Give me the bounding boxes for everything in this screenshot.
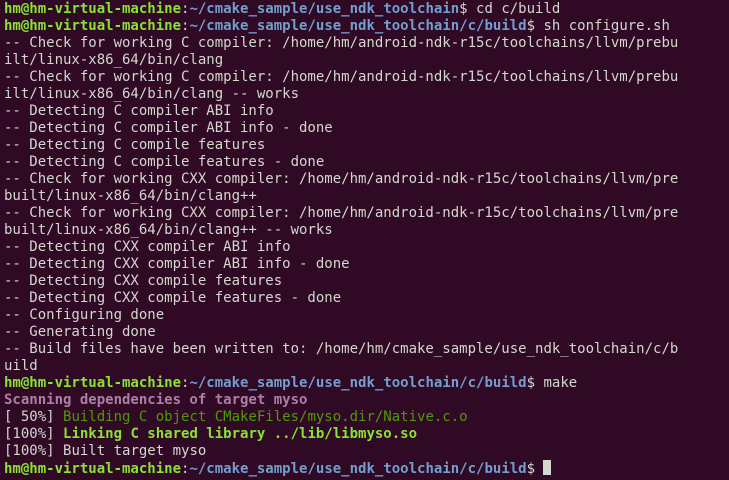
prompt-line: hm@hm-virtual-machine:~/cmake_sample/use… <box>4 18 729 35</box>
output-line: -- Generating done <box>4 324 156 340</box>
text-cursor[interactable] <box>543 460 552 475</box>
output-line: -- Detecting CXX compiler ABI info - don… <box>4 256 350 272</box>
output-line: -- Detecting CXX compile features <box>4 273 283 289</box>
output-line: -- Configuring done <box>4 307 165 323</box>
prompt-dollar: $ <box>526 18 544 34</box>
output-line: -- Detecting C compiler ABI info <box>4 103 274 119</box>
prompt-path: ~/cmake_sample/use_ndk_toolchain/c/build <box>189 18 527 34</box>
output-line: ilt/linux-x86_64/bin/clang <box>4 52 224 68</box>
output-line: -- Check for working CXX compiler: /home… <box>4 205 679 221</box>
prompt-user: hm@hm-virtual-machine <box>4 18 182 34</box>
progress-percent: [ 50%] <box>4 409 64 425</box>
output-line: -- Detecting C compile features <box>4 137 266 153</box>
terminal-window[interactable]: hm@hm-virtual-machine:~/cmake_sample/use… <box>0 0 729 480</box>
build-progress-line: [100%] Built target myso <box>4 443 729 460</box>
output-line: -- Check for working C compiler: /home/h… <box>4 35 679 51</box>
output-line: uild <box>4 358 38 374</box>
output-line: -- Check for working C compiler: /home/h… <box>4 69 679 85</box>
build-progress-line: [ 50%] Building C object CMakeFiles/myso… <box>4 409 729 426</box>
active-prompt-line[interactable]: hm@hm-virtual-machine:~/cmake_sample/use… <box>4 460 729 477</box>
prompt-dollar: $ <box>526 461 544 477</box>
output-line: -- Detecting CXX compile features - done <box>4 290 342 306</box>
prompt-path: ~/cmake_sample/use_ndk_toolchain <box>189 1 460 17</box>
command-text: cd c/build <box>476 1 561 17</box>
build-progress-line: [100%] Linking C shared library ../lib/l… <box>4 426 729 443</box>
command-text: make <box>543 375 578 391</box>
prompt-user: hm@hm-virtual-machine <box>4 1 182 17</box>
prompt-user: hm@hm-virtual-machine <box>4 461 182 477</box>
output-line: built/linux-x86_64/bin/clang++ -- works <box>4 222 333 238</box>
prompt-dollar: $ <box>459 1 477 17</box>
output-line: built/linux-x86_64/bin/clang++ <box>4 188 257 204</box>
output-line: -- Detecting CXX compiler ABI info <box>4 239 291 255</box>
progress-percent: [100%] <box>4 443 64 459</box>
output-line: -- Check for working CXX compiler: /home… <box>4 171 679 187</box>
progress-percent: [100%] <box>4 426 64 442</box>
output-line: -- Detecting C compiler ABI info - done <box>4 120 333 136</box>
command-text: sh configure.sh <box>543 18 670 34</box>
scan-dependencies-line: Scanning dependencies of target myso <box>4 392 308 408</box>
prompt-path: ~/cmake_sample/use_ndk_toolchain/c/build <box>189 461 527 477</box>
output-line: -- Build files have been written to: /ho… <box>4 341 679 357</box>
built-target-text: Built target myso <box>63 443 207 459</box>
prompt-dollar: $ <box>526 375 544 391</box>
build-object-text: Building C object CMakeFiles/myso.dir/Na… <box>63 409 468 425</box>
prompt-line: hm@hm-virtual-machine:~/cmake_sample/use… <box>4 375 729 392</box>
prompt-path: ~/cmake_sample/use_ndk_toolchain/c/build <box>189 375 527 391</box>
prompt-line: hm@hm-virtual-machine:~/cmake_sample/use… <box>4 1 729 18</box>
link-library-text: Linking C shared library ../lib/libmyso.… <box>63 426 418 442</box>
output-line: -- Detecting C compile features - done <box>4 154 325 170</box>
output-line: ilt/linux-x86_64/bin/clang -- works <box>4 86 300 102</box>
prompt-user: hm@hm-virtual-machine <box>4 375 182 391</box>
